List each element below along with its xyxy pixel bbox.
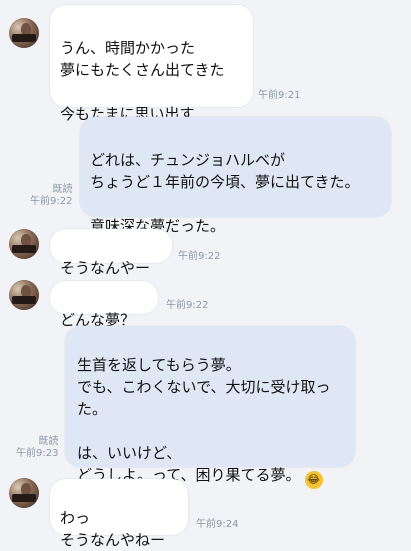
contact-avatar[interactable] [9, 229, 39, 259]
incoming-message-bubble[interactable]: うん、時間かかった 夢にもたくさん出てきた 今もたまに思い出す [50, 5, 253, 123]
message-time: 午前9:23 [16, 448, 59, 459]
chat-thread: うん、時間かかった 夢にもたくさん出てきた 今もたまに思い出す 午前9:21 既… [0, 0, 411, 549]
read-receipt: 既読 [52, 184, 73, 195]
message-text: そうなんやー [60, 259, 151, 277]
message-meta: 午前9:21 [258, 90, 300, 102]
message-time: 午前9:22 [30, 196, 73, 207]
incoming-message-bubble[interactable]: わっ そうなんやねー [50, 479, 188, 549]
crying-laughing-emoji-icon: 😂 [304, 470, 323, 489]
incoming-message-bubble[interactable]: どんな夢？ [50, 281, 158, 329]
contact-avatar[interactable] [9, 18, 39, 48]
outgoing-message-bubble[interactable]: どれは、チュンジョハルベが ちょうど１年前の今頃、夢に出てきた。 意味深な夢だっ… [80, 117, 391, 235]
incoming-message-bubble[interactable]: そうなんやー [50, 229, 172, 277]
message-text: 生首を返してもらう夢。 でも、こわくないで、大切に受け取った。 は、いいけど、 … [77, 356, 331, 484]
outgoing-message-bubble[interactable]: 生首を返してもらう夢。 でも、こわくないで、大切に受け取った。 は、いいけど、 … [65, 326, 355, 489]
avatar-piano-icon [12, 296, 36, 304]
message-meta: 午前9:24 [196, 519, 238, 531]
contact-avatar[interactable] [9, 280, 39, 310]
message-text: うん、時間かかった 夢にもたくさん出てきた 今もたまに思い出す [60, 39, 225, 123]
message-time: 午前9:21 [258, 90, 301, 101]
avatar-piano-icon [12, 245, 36, 253]
message-meta: 午前9:22 [166, 300, 208, 312]
message-meta: 既読 午前9:22 [30, 184, 72, 208]
message-time: 午前9:22 [166, 300, 209, 311]
message-text: どれは、チュンジョハルベが ちょうど１年前の今頃、夢に出てきた。 意味深な夢だっ… [90, 151, 360, 235]
avatar-piano-icon [12, 494, 36, 502]
read-receipt: 既読 [38, 436, 59, 447]
contact-avatar[interactable] [9, 478, 39, 508]
message-time: 午前9:22 [178, 251, 221, 262]
avatar-piano-icon [12, 34, 36, 42]
message-time: 午前9:24 [196, 519, 239, 530]
message-meta: 午前9:22 [178, 251, 220, 263]
message-meta: 既読 午前9:23 [16, 436, 58, 460]
message-text: わっ そうなんやねー [60, 509, 166, 549]
